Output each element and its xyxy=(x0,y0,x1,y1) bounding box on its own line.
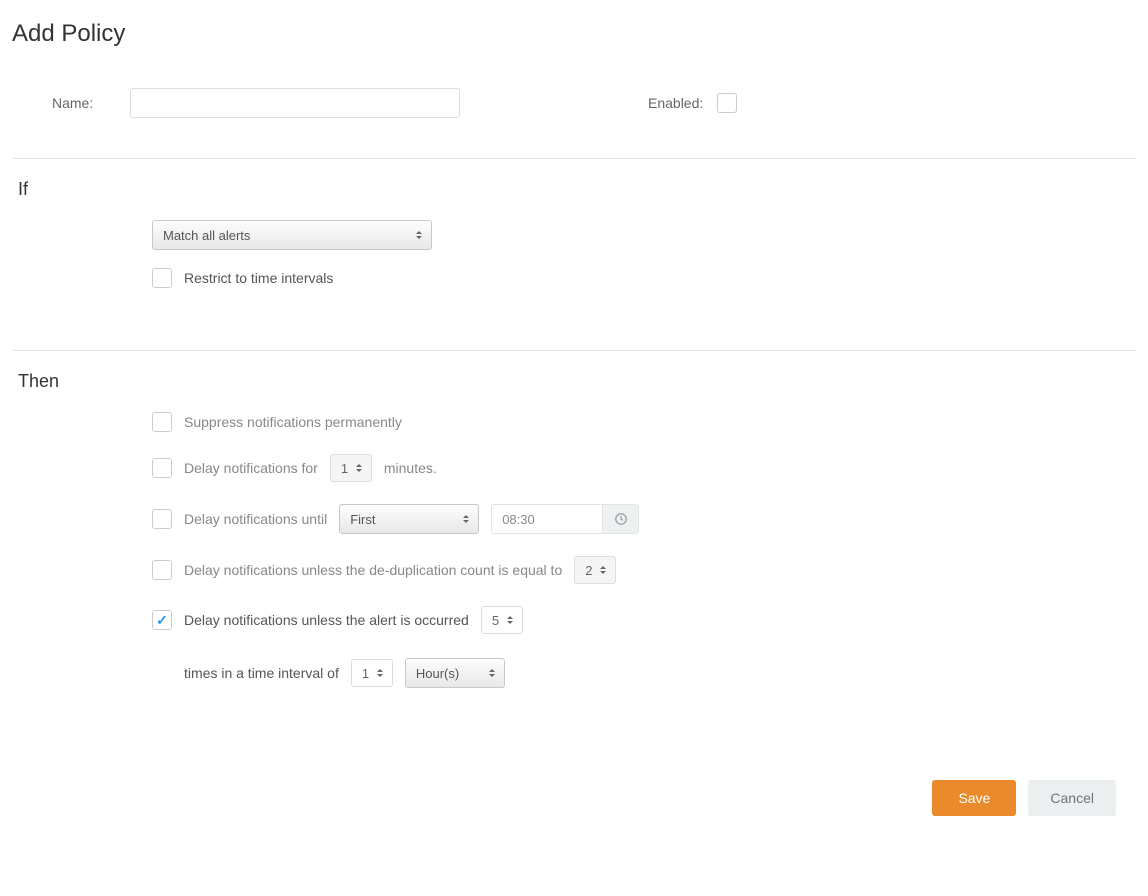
restrict-time-checkbox[interactable] xyxy=(152,268,172,288)
delay-until-time-input[interactable] xyxy=(492,505,602,533)
match-mode-value: Match all alerts xyxy=(163,228,250,243)
chevron-updown-icon xyxy=(376,666,384,680)
page-title: Add Policy xyxy=(12,20,1136,48)
delay-for-minutes-stepper[interactable]: 1 xyxy=(330,454,372,482)
time-picker-button[interactable] xyxy=(602,505,638,533)
name-input[interactable] xyxy=(130,88,460,118)
match-mode-select[interactable]: Match all alerts xyxy=(152,220,432,250)
suppress-row: Suppress notifications permanently xyxy=(152,412,1136,432)
delay-until-time-wrap xyxy=(491,504,639,534)
delay-until-when-value: First xyxy=(350,512,375,527)
occurrence-row: Delay notifications unless the alert is … xyxy=(152,606,1136,688)
clock-icon xyxy=(614,512,628,526)
dedup-label: Delay notifications unless the de-duplic… xyxy=(184,562,562,578)
enabled-checkbox[interactable] xyxy=(717,93,737,113)
occurrence-unit-select[interactable]: Hour(s) xyxy=(405,658,505,688)
button-row: Save Cancel xyxy=(12,780,1136,816)
header-section: Name: Enabled: xyxy=(12,78,1136,148)
occurrence-label-mid: times in a time interval of xyxy=(184,665,339,681)
occurrence-checkbox[interactable] xyxy=(152,610,172,630)
then-section: Then Suppress notifications permanently … xyxy=(12,361,1136,740)
chevron-updown-icon xyxy=(599,563,607,577)
divider xyxy=(12,158,1136,159)
chevron-updown-icon xyxy=(355,461,363,475)
restrict-time-label: Restrict to time intervals xyxy=(184,270,333,286)
occurrence-label-pre: Delay notifications unless the alert is … xyxy=(184,612,469,628)
occurrence-interval-value: 1 xyxy=(362,666,369,681)
delay-for-row: Delay notifications for 1 minutes. xyxy=(152,454,1136,482)
delay-for-minutes-value: 1 xyxy=(341,461,348,476)
chevron-updown-icon xyxy=(462,512,470,526)
occurrence-interval-stepper[interactable]: 1 xyxy=(351,659,393,687)
occurrence-times-stepper[interactable]: 5 xyxy=(481,606,523,634)
dedup-count-value: 2 xyxy=(585,563,592,578)
suppress-label: Suppress notifications permanently xyxy=(184,414,402,430)
delay-for-label-post: minutes. xyxy=(384,460,437,476)
occurrence-unit-value: Hour(s) xyxy=(416,666,459,681)
delay-for-checkbox[interactable] xyxy=(152,458,172,478)
dedup-row: Delay notifications unless the de-duplic… xyxy=(152,556,1136,584)
dedup-count-stepper[interactable]: 2 xyxy=(574,556,616,584)
delay-until-row: Delay notifications until First xyxy=(152,504,1136,534)
delay-until-checkbox[interactable] xyxy=(152,509,172,529)
save-button[interactable]: Save xyxy=(932,780,1016,816)
chevron-updown-icon xyxy=(506,613,514,627)
chevron-updown-icon xyxy=(415,228,423,242)
delay-for-label-pre: Delay notifications for xyxy=(184,460,318,476)
suppress-checkbox[interactable] xyxy=(152,412,172,432)
then-heading: Then xyxy=(18,371,1136,392)
chevron-updown-icon xyxy=(488,666,496,680)
delay-until-when-select[interactable]: First xyxy=(339,504,479,534)
divider xyxy=(12,350,1136,351)
cancel-button[interactable]: Cancel xyxy=(1028,780,1116,816)
dedup-checkbox[interactable] xyxy=(152,560,172,580)
if-section: If Match all alerts Restrict to time int… xyxy=(12,169,1136,340)
delay-until-label: Delay notifications until xyxy=(184,511,327,527)
occurrence-times-value: 5 xyxy=(492,613,499,628)
name-label: Name: xyxy=(52,95,112,111)
enabled-label: Enabled: xyxy=(648,95,703,111)
if-heading: If xyxy=(18,179,1136,200)
